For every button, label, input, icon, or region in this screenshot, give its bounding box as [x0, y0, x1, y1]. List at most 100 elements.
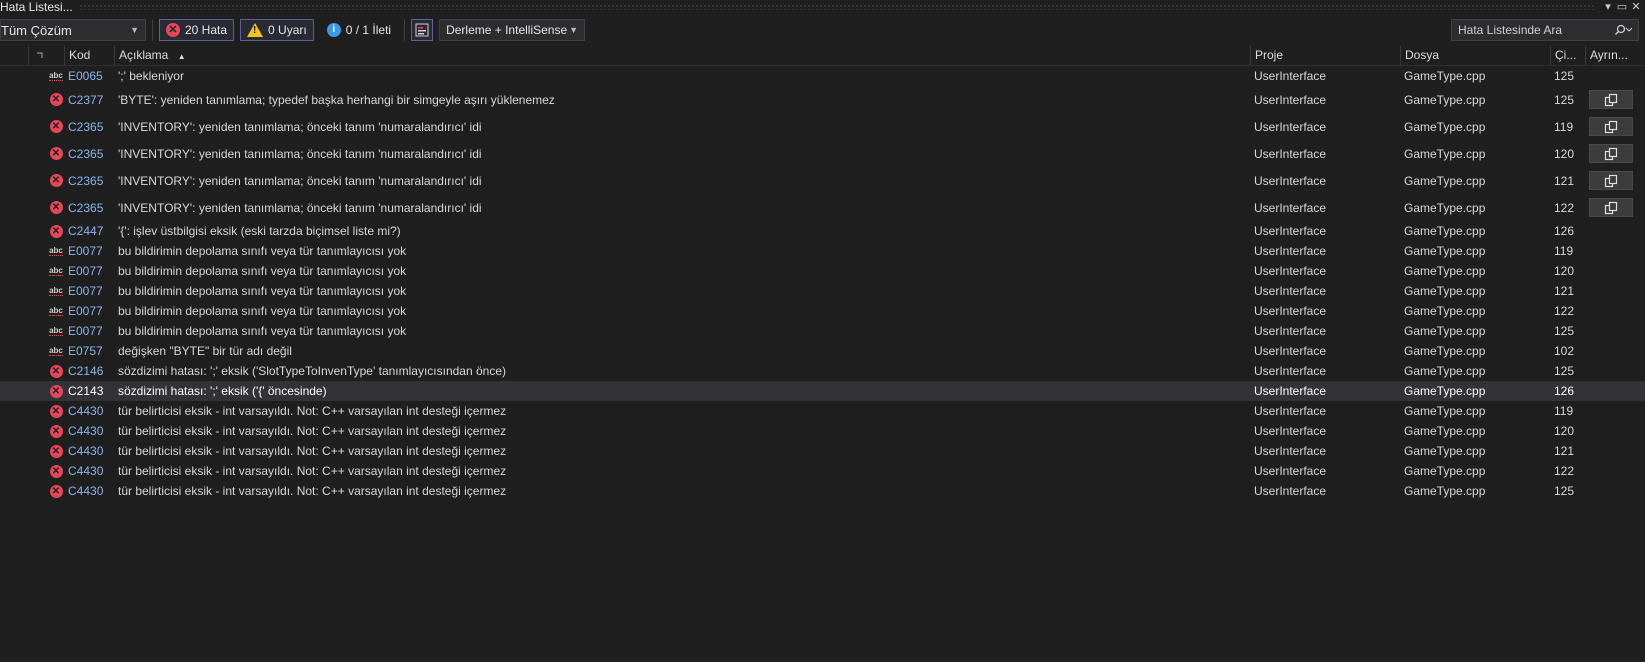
header-description[interactable]: Açıklama ▲ [114, 46, 1250, 65]
header-details[interactable]: Ayrın... [1585, 46, 1645, 65]
table-row[interactable]: ✕ C2365 'INVENTORY': yeniden tanımlama; ön… [0, 167, 1645, 194]
error-code-link[interactable]: C4430 [64, 441, 114, 461]
table-row[interactable]: abc E0757 değişken "BYTE" bir tür adı deği… [0, 341, 1645, 361]
line-number: 125 [1554, 92, 1575, 107]
dropdown-arrow-icon[interactable]: ▾ [1601, 0, 1615, 14]
scope-dropdown[interactable]: Tüm Çözüm ▼ [0, 19, 146, 41]
details-cell [1585, 198, 1645, 217]
project-name: UserInterface [1254, 444, 1327, 458]
table-row[interactable]: abc E0077 bu bildirimin depolama sınıfı ve… [0, 281, 1645, 301]
error-code-link[interactable]: C2447 [64, 221, 114, 241]
copy-details-icon [1604, 147, 1618, 160]
error-circle-icon: ✕ [49, 384, 63, 398]
table-row[interactable]: ✕ C2143 sözdizimi hatası: ';' eksik ('{' ö… [0, 381, 1645, 401]
show-details-button[interactable] [1589, 90, 1633, 109]
table-row[interactable]: ✕ C4430 tür belirticisi eksik - int varsay… [0, 421, 1645, 441]
pin-icon[interactable]: ▭ [1615, 0, 1629, 14]
messages-filter-button[interactable]: i 0 / 1 İleti [320, 19, 398, 41]
close-icon[interactable]: ✕ [1629, 0, 1643, 14]
header-file[interactable]: Dosya [1400, 46, 1550, 65]
error-code-link[interactable]: C2365 [64, 117, 114, 137]
severity-cell: ✕ [48, 384, 64, 398]
table-row[interactable]: ✕ C2447 '{': işlev üstbilgisi eksik (eski … [0, 221, 1645, 241]
table-row[interactable]: abc E0077 bu bildirimin depolama sınıfı ve… [0, 241, 1645, 261]
error-code-link[interactable]: E0077 [64, 321, 114, 341]
header-code[interactable]: Kod [64, 46, 114, 65]
file-name: GameType.cpp [1404, 284, 1486, 298]
project-name: UserInterface [1254, 364, 1327, 378]
details-cell [1585, 90, 1645, 109]
table-row[interactable]: ✕ C4430 tür belirticisi eksik - int varsay… [0, 461, 1645, 481]
header-sort-column[interactable] [28, 46, 48, 65]
error-code-link[interactable]: E0077 [64, 261, 114, 281]
error-code-link[interactable]: C4430 [64, 421, 114, 441]
error-code-link[interactable]: C2143 [64, 381, 114, 401]
filter-toggle-button[interactable] [411, 19, 434, 41]
copy-details-icon [1604, 93, 1618, 106]
table-row[interactable]: ✕ C4430 tür belirticisi eksik - int varsay… [0, 401, 1645, 421]
messages-label: 0 / 1 İleti [345, 23, 392, 37]
table-row[interactable]: abc E0077 bu bildirimin depolama sınıfı ve… [0, 261, 1645, 281]
error-description: tür belirticisi eksik - int varsayıldı. … [118, 424, 507, 438]
severity-cell: ✕ [48, 201, 64, 214]
error-code-link[interactable]: C2365 [64, 171, 114, 191]
error-description: bu bildirimin depolama sınıfı veya tür t… [118, 264, 407, 278]
error-code-link[interactable]: C4430 [64, 401, 114, 421]
error-code-link[interactable]: C2365 [64, 144, 114, 164]
errors-filter-button[interactable]: ✕ 20 Hata [159, 19, 235, 41]
error-code-link[interactable]: E0757 [64, 341, 114, 361]
file-name: GameType.cpp [1404, 244, 1486, 258]
error-code-link[interactable]: E0077 [64, 241, 114, 261]
project-name: UserInterface [1254, 284, 1327, 298]
error-list-table: Kod Açıklama ▲ Proje Dosya Çi... Ayrın..… [0, 46, 1645, 501]
filter-list-icon [415, 23, 429, 37]
error-code-link[interactable]: C4430 [64, 461, 114, 481]
search-input[interactable] [1458, 23, 1608, 37]
error-circle-icon: ✕ [49, 364, 63, 378]
line-number: 125 [1554, 324, 1575, 338]
warnings-filter-button[interactable]: 0 Uyarı [240, 19, 314, 41]
table-row[interactable]: abc E0077 bu bildirimin depolama sınıfı ve… [0, 301, 1645, 321]
drag-grip[interactable] [78, 4, 1595, 10]
search-icon[interactable] [1614, 24, 1632, 36]
error-code-link[interactable]: C4430 [64, 481, 114, 501]
line-number: 122 [1554, 304, 1575, 318]
show-details-button[interactable] [1589, 144, 1633, 163]
header-spacer [0, 46, 28, 65]
header-description-label: Açıklama [119, 48, 169, 62]
error-code-link[interactable]: C2377 [64, 90, 114, 110]
table-row[interactable]: ✕ C2377 'BYTE': yeniden tanımlama; typedef… [0, 86, 1645, 113]
show-details-button[interactable] [1589, 198, 1633, 217]
project-name: UserInterface [1254, 69, 1327, 83]
line-number: 119 [1554, 404, 1574, 418]
table-row[interactable]: ✕ C2365 'INVENTORY': yeniden tanımlama; ön… [0, 194, 1645, 221]
table-row[interactable]: ✕ C2146 sözdizimi hatası: ';' eksik ('Slot… [0, 361, 1645, 381]
error-description: 'INVENTORY': yeniden tanımlama; önceki t… [118, 173, 482, 188]
header-line[interactable]: Çi... [1550, 46, 1585, 65]
table-row[interactable]: ✕ C2365 'INVENTORY': yeniden tanımlama; ön… [0, 140, 1645, 167]
table-row[interactable]: ✕ C2365 'INVENTORY': yeniden tanımlama; ön… [0, 113, 1645, 140]
line-number: 122 [1554, 464, 1575, 478]
error-code-link[interactable]: E0077 [64, 281, 114, 301]
table-row[interactable]: ✕ C4430 tür belirticisi eksik - int varsay… [0, 441, 1645, 461]
warning-icon [247, 23, 264, 37]
header-project[interactable]: Proje [1250, 46, 1400, 65]
error-code-link[interactable]: E0065 [64, 66, 114, 86]
error-code-link[interactable]: C2365 [64, 198, 114, 218]
table-row[interactable]: ✕ C4430 tür belirticisi eksik - int varsay… [0, 481, 1645, 501]
error-description: tür belirticisi eksik - int varsayıldı. … [118, 484, 507, 498]
table-row[interactable]: abc E0077 bu bildirimin depolama sınıfı ve… [0, 321, 1645, 341]
chevron-down-icon: ▼ [130, 25, 139, 35]
error-description: sözdizimi hatası: ';' eksik ('SlotTypeTo… [118, 364, 507, 378]
show-details-button[interactable] [1589, 171, 1633, 190]
error-code-link[interactable]: E0077 [64, 301, 114, 321]
show-details-button[interactable] [1589, 117, 1633, 136]
file-name: GameType.cpp [1404, 200, 1486, 215]
severity-cell: abc [48, 346, 64, 356]
severity-cell: ✕ [48, 404, 64, 418]
error-code-link[interactable]: C2146 [64, 361, 114, 381]
error-description: bu bildirimin depolama sınıfı veya tür t… [118, 324, 407, 338]
table-row[interactable]: abc E0065 ';' bekleniyor UserInterface GameT… [0, 66, 1645, 86]
error-circle-icon: ✕ [49, 174, 63, 187]
build-filter-dropdown[interactable]: Derleme + IntelliSense ▼ [439, 19, 586, 41]
